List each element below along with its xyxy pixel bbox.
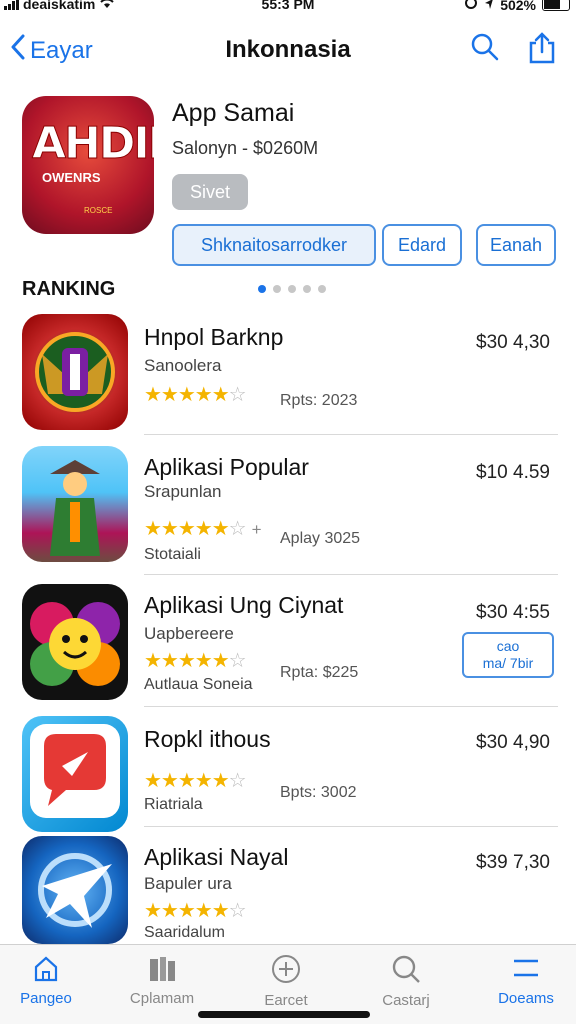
play-chat-icon <box>22 716 128 832</box>
list-item[interactable]: Aplikasi Nayal Bapuler ura ★★★★★☆ Saarid… <box>0 836 576 944</box>
action-button-2[interactable]: Edard <box>382 224 462 266</box>
plus-label: + <box>251 520 262 539</box>
star-rating: ★★★★★☆ <box>144 900 247 922</box>
list-item[interactable]: Ropkl ithous ★★★★★☆ Bpts: 3002 Riatriala… <box>0 716 576 832</box>
section-title: RANKING <box>22 278 116 300</box>
app-title: Aplikasi Nayal <box>144 844 289 870</box>
app-badge-button[interactable]: cao ma/ 7bir <box>462 632 554 678</box>
featured-icon-tiny: ROSCE <box>84 206 113 215</box>
badge-line-1: cao <box>496 638 520 654</box>
list-item[interactable]: Aplikasi Popular Srapunlan ★★★★★☆ + Aplay… <box>0 446 576 570</box>
app-meta: Rpta: $225 <box>280 664 359 681</box>
app-subtitle: Srapunlan <box>144 482 222 501</box>
star-rating: ★★★★★☆ <box>144 650 247 672</box>
tab-castarj[interactable]: Castarj <box>356 953 456 1009</box>
star-rating: ★★★★★☆ + <box>144 518 262 540</box>
tab-label: Earcet <box>264 992 308 1009</box>
badge-line-2: ma/ 7bir <box>482 655 534 671</box>
app-extra: Stotaiali <box>144 546 201 563</box>
app-title: Hnpol Barknp <box>144 324 284 350</box>
app-extra: Autlaua Soneia <box>144 676 253 693</box>
status-right: 502% <box>464 0 570 13</box>
flower-face-icon <box>22 584 128 700</box>
featured-app-subtitle: Salonyn - $0260M <box>172 138 319 158</box>
tab-bar: Pangeo Cplamam Earcet Castarj Doeams <box>0 944 576 1024</box>
featured-icon-text: AHDIK <box>32 118 154 170</box>
tab-label: Pangeo <box>20 990 72 1007</box>
tab-label: Castarj <box>382 992 430 1009</box>
divider <box>144 434 558 435</box>
page-dot-5[interactable] <box>318 285 326 293</box>
nav-actions <box>470 32 556 69</box>
app-title: Aplikasi Ung Ciynat <box>144 592 344 618</box>
star-rating: ★★★★★☆ <box>144 384 247 406</box>
app-meta: Rpts: 2023 <box>280 392 358 409</box>
action-button-1[interactable]: Shknaitosarrodker <box>172 224 376 266</box>
star-rating: ★★★★★☆ <box>144 770 247 792</box>
featured-app-icon[interactable]: AHDIK OWENRS ROSCE <box>22 96 154 234</box>
tab-doeams[interactable]: Doeams <box>476 953 576 1007</box>
divider <box>144 826 558 827</box>
tab-label: Doeams <box>498 990 554 1007</box>
app-meta: Aplay 3025 <box>280 530 361 547</box>
app-subtitle: Sanoolera <box>144 356 222 375</box>
app-title: Aplikasi Popular <box>144 454 309 480</box>
books-icon <box>150 957 175 981</box>
nav-bar: Eayar Inkonnasia <box>0 30 576 70</box>
star-swirl-icon <box>22 836 128 944</box>
get-button[interactable]: Sivet <box>172 174 248 210</box>
featured-icon-subtext: OWENRS <box>42 170 101 185</box>
search-icon <box>471 33 499 61</box>
tab-cplamam[interactable]: Cplamam <box>112 953 212 1007</box>
featured-app-name: App Samai <box>172 99 295 127</box>
search-icon <box>392 955 420 983</box>
app-price: $30 4:55 <box>476 602 550 623</box>
battery-percent: 502% <box>500 0 536 13</box>
share-icon <box>529 32 555 64</box>
search-button[interactable] <box>470 32 500 69</box>
home-icon <box>34 956 58 982</box>
app-extra: Riatriala <box>144 796 203 813</box>
list-item[interactable]: Aplikasi Ung Ciynat Uapbereere ★★★★★☆ Rp… <box>0 584 576 702</box>
featured-app: AHDIK OWENRS ROSCE App Samai Salonyn - $… <box>22 96 562 271</box>
medal-icon <box>22 314 128 430</box>
app-subtitle: Bapuler ura <box>144 874 232 893</box>
divider <box>144 706 558 707</box>
page-dot-3[interactable] <box>288 285 296 293</box>
app-price: $10 4.59 <box>476 462 550 483</box>
action-button-3[interactable]: Eanah <box>476 224 556 266</box>
app-meta: Bpts: 3002 <box>280 784 357 801</box>
lock-rotation-icon <box>464 0 478 13</box>
page-dot-1[interactable] <box>258 285 266 293</box>
add-circle-icon <box>272 955 300 983</box>
app-price: $30 4,90 <box>476 732 550 753</box>
app-price: $30 4,30 <box>476 332 550 353</box>
status-bar: deaískatim 55:3 PM 502% <box>0 0 576 14</box>
featured-action-buttons: Shknaitosarrodker Edard Eanah <box>172 224 556 266</box>
tab-pangeo[interactable]: Pangeo <box>0 953 96 1007</box>
tab-earcet[interactable]: Earcet <box>236 953 336 1009</box>
battery-icon <box>542 0 570 11</box>
warrior-icon <box>22 446 128 562</box>
share-button[interactable] <box>528 32 556 69</box>
divider <box>144 574 558 575</box>
location-icon <box>484 0 494 13</box>
page-dot-2[interactable] <box>273 285 281 293</box>
page-dots[interactable] <box>258 285 326 293</box>
app-price: $39 7,30 <box>476 852 550 873</box>
list-item[interactable]: Hnpol Barknp Sanoolera ★★★★★☆ Rpts: 2023… <box>0 314 576 434</box>
tab-label: Cplamam <box>129 990 195 1007</box>
app-subtitle: Uapbereere <box>144 624 234 643</box>
list-icon <box>514 959 538 977</box>
home-indicator[interactable] <box>198 1011 370 1018</box>
app-title: Ropkl ithous <box>144 726 271 752</box>
app-extra: Saaridalum <box>144 924 225 941</box>
page-dot-4[interactable] <box>303 285 311 293</box>
